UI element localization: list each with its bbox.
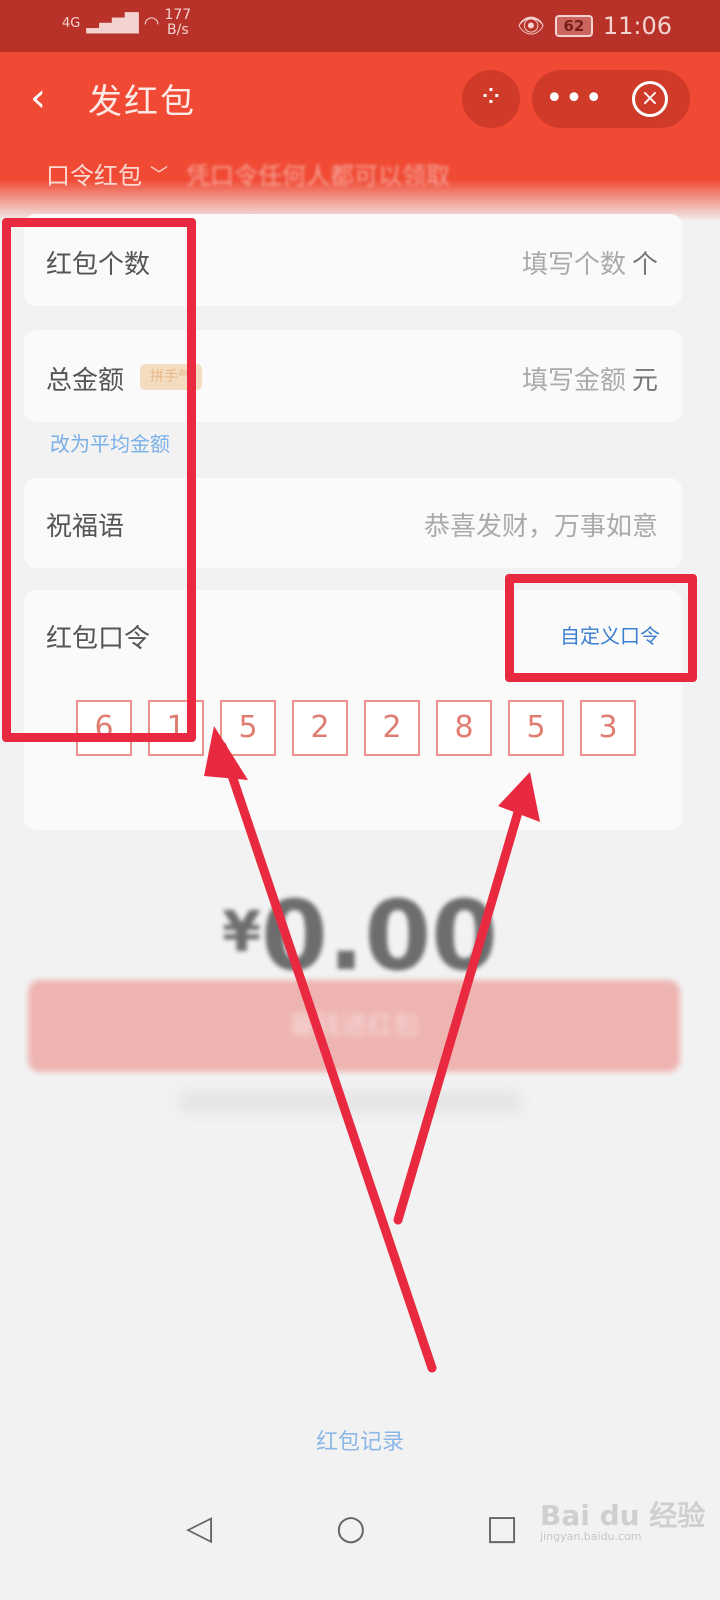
annotation-arrow-left (217, 741, 437, 1373)
annotation-arrows (204, 726, 540, 1373)
annotation-arrowhead-left (204, 726, 248, 780)
annotation-arrow-right (393, 787, 529, 1225)
